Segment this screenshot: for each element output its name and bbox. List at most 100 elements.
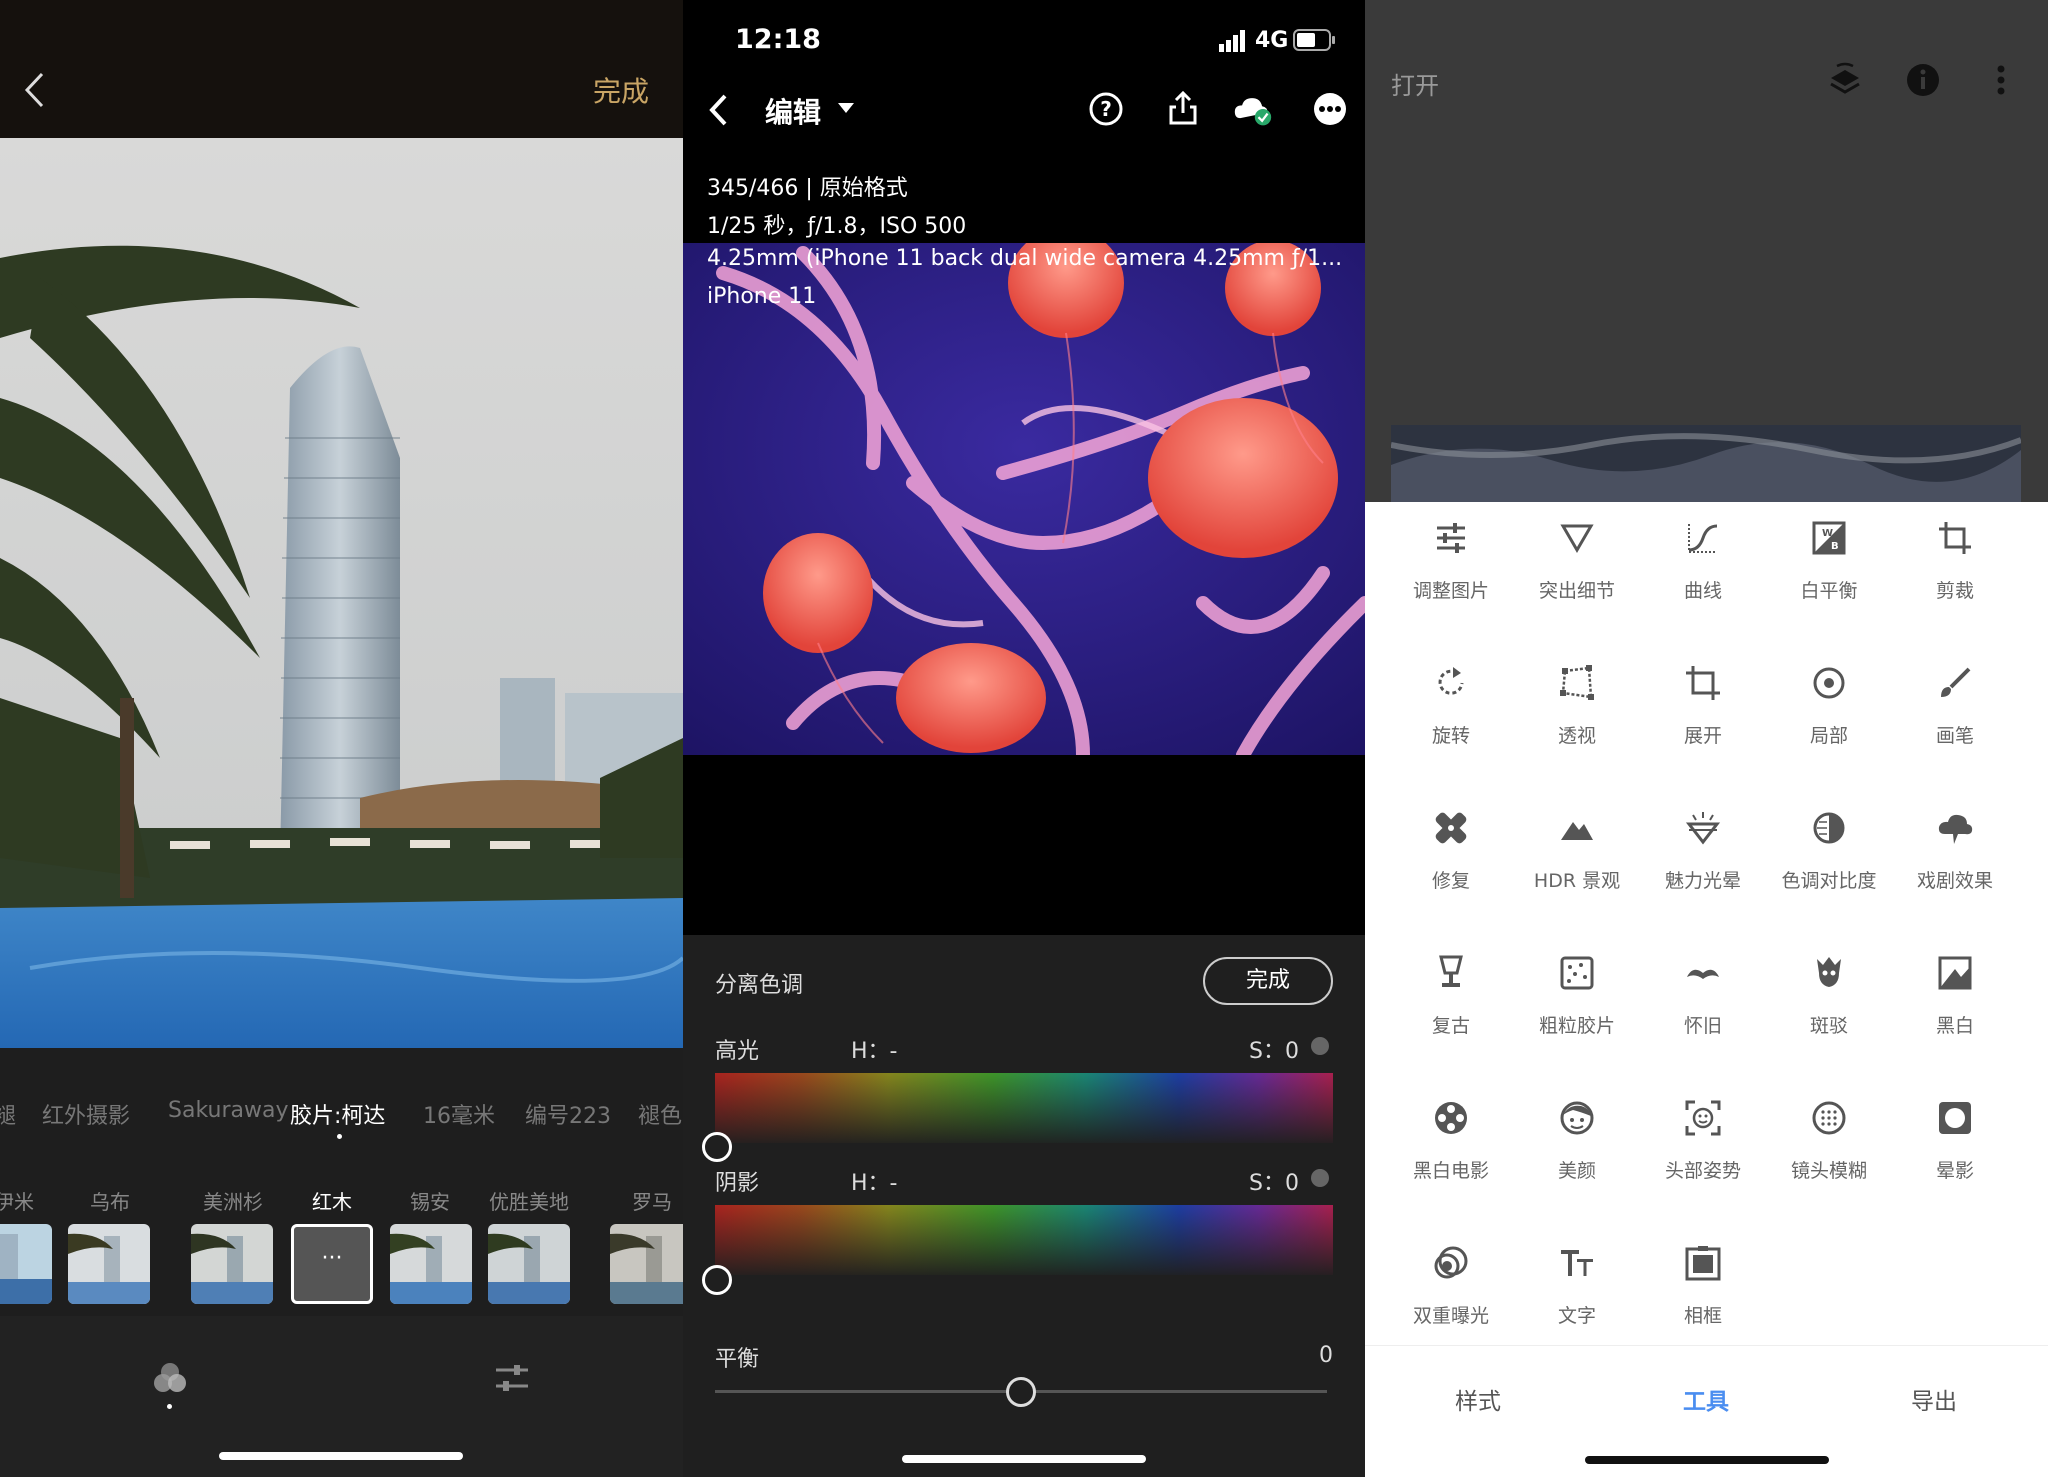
- layers-stack-icon[interactable]: [1827, 62, 1863, 98]
- cloud-synced-icon[interactable]: [1233, 89, 1273, 129]
- selective-icon: [1813, 667, 1845, 699]
- lens-info: 4.25mm (iPhone 11 back dual wide camera …: [707, 246, 1343, 271]
- home-indicator: [219, 1452, 463, 1460]
- back-icon[interactable]: [22, 70, 48, 110]
- bottom-tab-bar: 样式 工具 导出: [1365, 1345, 2048, 1477]
- highlight-label: 高光: [715, 1039, 760, 1064]
- tool-drama[interactable]: 戏剧效果: [1892, 810, 2018, 930]
- preset-thumbnail[interactable]: [390, 1224, 472, 1304]
- balance-label: 平衡: [715, 1347, 760, 1372]
- open-button[interactable]: 打开: [1391, 66, 1439, 101]
- preset-thumbnail[interactable]: [191, 1224, 273, 1304]
- rotate-icon: [1438, 667, 1464, 695]
- preset-thumbnail[interactable]: [488, 1224, 570, 1304]
- hdr-icon: [1561, 822, 1593, 840]
- tool-noir[interactable]: 黑白电影: [1388, 1100, 1514, 1220]
- help-icon[interactable]: ?: [1086, 89, 1126, 129]
- mode-title[interactable]: 编辑: [765, 91, 821, 131]
- tool-head-pose[interactable]: 头部姿势: [1640, 1100, 1766, 1220]
- tab-styles[interactable]: 样式: [1455, 1382, 1501, 1416]
- tool-curves[interactable]: 曲线: [1640, 520, 1766, 640]
- tool-vignette[interactable]: 晕影: [1892, 1100, 2018, 1220]
- tool-label: 旋转: [1431, 725, 1470, 747]
- text-icon: [1561, 1250, 1593, 1276]
- done-button[interactable]: 完成: [1203, 957, 1333, 1005]
- shadow-saturation-dot[interactable]: [1311, 1169, 1329, 1187]
- tool-tonal-contrast[interactable]: 色调对比度: [1766, 810, 1892, 930]
- preset-thumbnail[interactable]: [68, 1224, 150, 1304]
- more-icon[interactable]: [1310, 89, 1350, 129]
- adjust-preset-icon: ···: [321, 1246, 343, 1271]
- filter-tab[interactable]: 红外摄影: [42, 1098, 130, 1130]
- tool-details[interactable]: 突出细节: [1514, 520, 1640, 640]
- filter-tab[interactable]: 褪: [0, 1098, 16, 1130]
- filter-tab-active[interactable]: 胶片:柯达: [290, 1098, 385, 1130]
- tool-label: 黑白: [1935, 1015, 1974, 1037]
- svg-text:B: B: [1831, 541, 1839, 552]
- crop-icon: [1939, 522, 1971, 554]
- filter-tab[interactable]: 编号223: [525, 1098, 611, 1130]
- tool-tune-image[interactable]: 调整图片: [1388, 520, 1514, 640]
- info-icon[interactable]: [1905, 62, 1941, 98]
- drama-icon: [1938, 814, 1973, 844]
- expand-icon: [1686, 666, 1720, 700]
- active-indicator-dot: [167, 1404, 172, 1409]
- tool-lens-blur[interactable]: 镜头模糊: [1766, 1100, 1892, 1220]
- exposure-info: 1/25 秒，ƒ/1.8，ISO 500: [707, 214, 967, 239]
- tool-black-white[interactable]: 黑白: [1892, 955, 2018, 1075]
- tool-selective[interactable]: 局部: [1766, 665, 1892, 785]
- shadow-picker-handle[interactable]: [702, 1265, 732, 1295]
- double-exposure-icon: [1434, 1246, 1468, 1279]
- done-button[interactable]: 完成: [593, 70, 649, 110]
- top-bar: 打开: [1365, 0, 2048, 502]
- highlight-picker-handle[interactable]: [702, 1132, 732, 1162]
- tool-label: 色调对比度: [1781, 870, 1877, 892]
- shadow-hue-picker[interactable]: [715, 1205, 1333, 1275]
- filter-tab[interactable]: 16毫米: [423, 1098, 495, 1130]
- tab-export[interactable]: 导出: [1911, 1382, 1957, 1416]
- svg-text:?: ?: [1100, 97, 1112, 121]
- preset-label: 伊米: [0, 1190, 34, 1214]
- tool-hdr[interactable]: HDR 景观: [1514, 810, 1640, 930]
- preset-thumbnail[interactable]: [610, 1224, 683, 1304]
- tool-perspective[interactable]: 透视: [1514, 665, 1640, 785]
- filters-icon[interactable]: [152, 1360, 188, 1396]
- preset-thumbnail[interactable]: [0, 1224, 52, 1304]
- tool-rotate[interactable]: 旋转: [1388, 665, 1514, 785]
- tool-retrolux[interactable]: 怀旧: [1640, 955, 1766, 1075]
- tool-white-balance[interactable]: WB 白平衡: [1766, 520, 1892, 640]
- chevron-down-icon[interactable]: [838, 103, 854, 115]
- tool-label: 晕影: [1935, 1160, 1974, 1182]
- tool-glamour-glow[interactable]: 魅力光晕: [1640, 810, 1766, 930]
- tool-brush[interactable]: 画笔: [1892, 665, 2018, 785]
- tool-healing[interactable]: 修复: [1388, 810, 1514, 930]
- preset-thumbnail-selected[interactable]: ···: [291, 1224, 373, 1304]
- preset-label: 优胜美地: [489, 1190, 569, 1214]
- filter-tab[interactable]: Sakuraway: [168, 1098, 288, 1123]
- resort-photo: [0, 138, 683, 1048]
- tool-label: 白平衡: [1800, 580, 1858, 602]
- overflow-menu-icon[interactable]: [1983, 62, 2019, 98]
- noir-icon: [1435, 1102, 1467, 1134]
- tool-grainy-film[interactable]: 粗粒胶片: [1514, 955, 1640, 1075]
- preset-label-active: 红木: [312, 1190, 352, 1214]
- highlight-saturation-dot[interactable]: [1311, 1037, 1329, 1055]
- tool-expand[interactable]: 展开: [1640, 665, 1766, 785]
- tool-grunge[interactable]: 斑驳: [1766, 955, 1892, 1075]
- highlight-hue-picker[interactable]: [715, 1073, 1333, 1143]
- active-indicator-dot: [337, 1134, 342, 1139]
- tool-crop[interactable]: 剪裁: [1892, 520, 2018, 640]
- tool-label: 调整图片: [1412, 580, 1489, 602]
- split-toning-panel: 分离色调 完成 高光 H：- S：0 阴影 H：- S：0 平衡 0: [683, 935, 1365, 1477]
- adjust-sliders-icon[interactable]: [494, 1360, 530, 1396]
- tool-vintage[interactable]: 复古: [1388, 955, 1514, 1075]
- preset-label: 美洲杉: [203, 1190, 263, 1214]
- tab-tools[interactable]: 工具: [1683, 1382, 1729, 1416]
- balance-slider-handle[interactable]: [1006, 1377, 1036, 1407]
- filter-tab[interactable]: 褪色: [638, 1098, 682, 1130]
- back-icon[interactable]: [707, 93, 731, 127]
- share-icon[interactable]: [1163, 89, 1203, 129]
- tool-label: 曲线: [1683, 580, 1722, 602]
- battery-icon: [1293, 29, 1335, 51]
- tool-face[interactable]: 美颜: [1514, 1100, 1640, 1220]
